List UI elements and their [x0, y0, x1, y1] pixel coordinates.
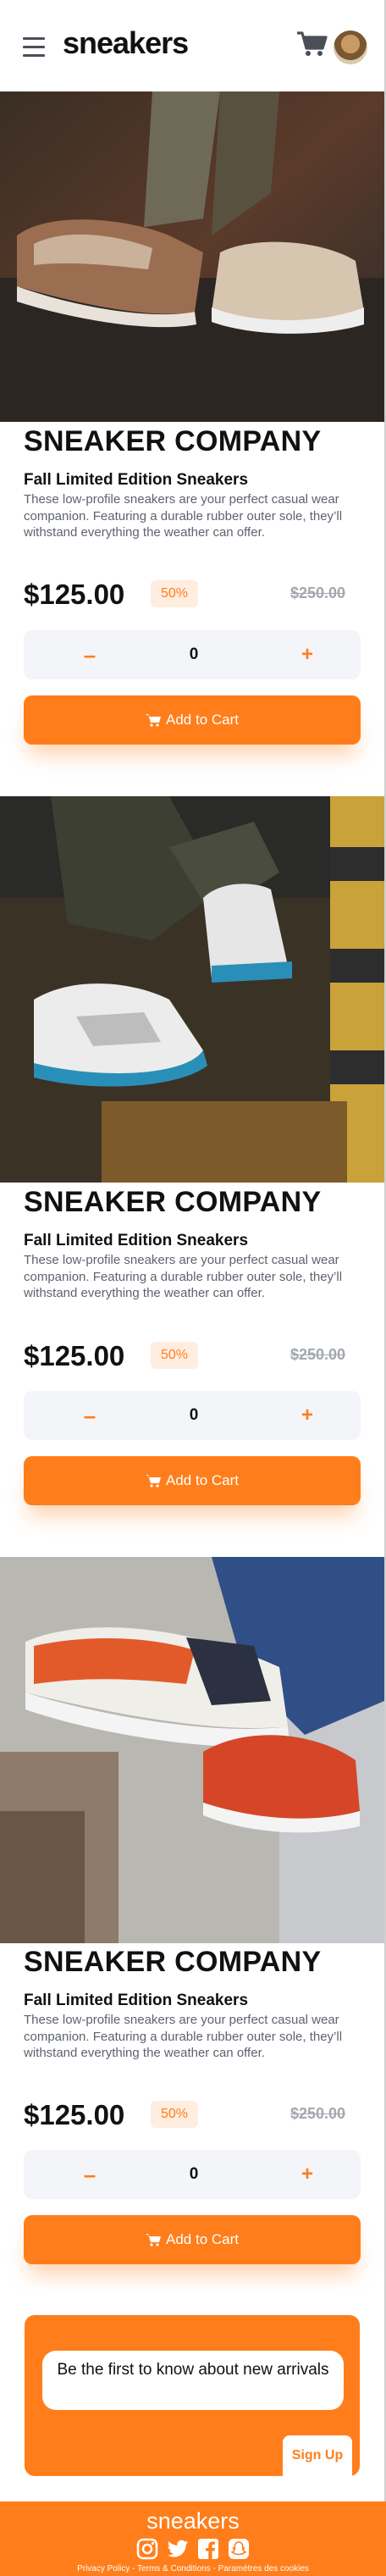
cart-icon[interactable]	[295, 30, 328, 58]
quantity-value: 0	[189, 645, 199, 663]
terms-link[interactable]: Terms & Conditions	[137, 2564, 211, 2573]
instagram-icon[interactable]	[135, 2537, 159, 2561]
decrease-button[interactable]: –	[74, 639, 105, 671]
increase-button[interactable]: +	[292, 2158, 323, 2191]
product-title: Fall Limited Edition Sneakers	[24, 1232, 249, 1249]
add-to-cart-button[interactable]: Add to Cart	[24, 2215, 361, 2264]
user-avatar[interactable]	[334, 30, 367, 64]
snapchat-icon[interactable]	[227, 2537, 251, 2561]
page: sneakers SNEAKER COMPANY Fall Limited Ed…	[0, 0, 386, 2576]
footer-link-separator: -	[130, 2564, 138, 2573]
discount-badge: 50%	[151, 1342, 198, 1369]
logo[interactable]: sneakers	[63, 25, 189, 61]
hamburger-menu-icon[interactable]	[23, 37, 45, 57]
decrease-button[interactable]: –	[74, 2158, 105, 2191]
product-image	[0, 796, 384, 1183]
quantity-value: 0	[189, 1406, 199, 1424]
price: $125.00	[24, 2099, 125, 2130]
price: $125.00	[24, 579, 125, 610]
newsletter-banner: Be the first to know about new arrivals …	[25, 2315, 360, 2476]
discount-badge: 50%	[151, 580, 198, 607]
add-to-cart-label: Add to Cart	[166, 712, 239, 728]
add-to-cart-button[interactable]: Add to Cart	[24, 695, 361, 745]
discount-badge: 50%	[151, 2101, 198, 2128]
quantity-value: 0	[189, 2165, 199, 2183]
cookie-settings-link[interactable]: Paramètres des cookies	[218, 2564, 309, 2573]
brand-label: SNEAKER COMPANY	[24, 425, 322, 457]
add-to-cart-label: Add to Cart	[166, 1472, 239, 1488]
quantity-stepper: – 0 +	[24, 630, 361, 679]
sign-up-button[interactable]: Sign Up	[283, 2435, 352, 2476]
cart-icon	[146, 2234, 161, 2246]
footer-links: Privacy Policy - Terms & Conditions - Pa…	[0, 2564, 386, 2573]
cart-icon	[146, 1475, 161, 1487]
old-price: $250.00	[290, 1346, 346, 1363]
cart-icon	[146, 714, 161, 727]
social-links	[135, 2537, 251, 2561]
quantity-stepper: – 0 +	[24, 2150, 361, 2199]
product-image	[0, 1557, 384, 1943]
privacy-policy-link[interactable]: Privacy Policy	[77, 2564, 130, 2573]
header: sneakers	[0, 0, 384, 91]
quantity-stepper: – 0 +	[24, 1391, 361, 1440]
brand-label: SNEAKER COMPANY	[24, 1186, 322, 1218]
footer-logo[interactable]: sneakers	[0, 2508, 386, 2534]
footer-link-separator: -	[210, 2564, 218, 2573]
add-to-cart-label: Add to Cart	[166, 2231, 239, 2247]
twitter-icon[interactable]	[166, 2537, 190, 2561]
increase-button[interactable]: +	[292, 1399, 323, 1432]
product-description: These low-profile sneakers are your perf…	[24, 1253, 343, 1300]
facebook-icon[interactable]	[196, 2537, 220, 2561]
product-title: Fall Limited Edition Sneakers	[24, 471, 249, 489]
add-to-cart-button[interactable]: Add to Cart	[24, 1456, 361, 1505]
old-price: $250.00	[290, 584, 346, 601]
product-image	[0, 91, 384, 422]
old-price: $250.00	[290, 2105, 346, 2122]
product-title: Fall Limited Edition Sneakers	[24, 1992, 249, 2009]
price: $125.00	[24, 1340, 125, 1371]
brand-label: SNEAKER COMPANY	[24, 1946, 322, 1978]
footer: sneakers Privacy Policy - Terms & Condit…	[0, 2501, 386, 2576]
newsletter-text: Be the first to know about new arrivals	[42, 2351, 344, 2410]
product-description: These low-profile sneakers are your perf…	[24, 492, 343, 540]
decrease-button[interactable]: –	[74, 1399, 105, 1432]
product-description: These low-profile sneakers are your perf…	[24, 2013, 343, 2060]
increase-button[interactable]: +	[292, 639, 323, 671]
